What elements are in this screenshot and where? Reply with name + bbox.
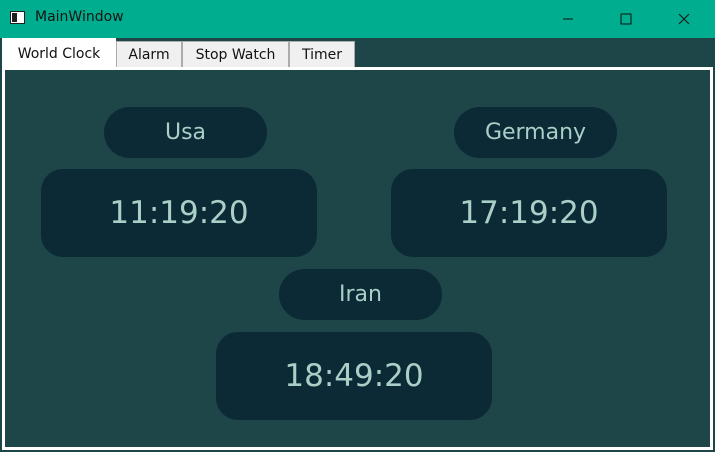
minimize-button[interactable] [539, 0, 597, 38]
maximize-button[interactable] [597, 0, 655, 38]
tab-stop-watch[interactable]: Stop Watch [182, 41, 289, 67]
title-bar[interactable]: MainWindow [0, 0, 715, 38]
tab-world-clock[interactable]: World Clock [2, 38, 116, 69]
iran-time: 18:49:20 [216, 332, 492, 420]
tab-timer[interactable]: Timer [289, 41, 355, 67]
window-title: MainWindow [35, 9, 124, 25]
germany-time: 17:19:20 [391, 169, 667, 257]
usa-time: 11:19:20 [41, 169, 317, 257]
close-button[interactable] [655, 0, 713, 38]
close-icon [678, 13, 690, 25]
maximize-icon [620, 13, 632, 25]
germany-label: Germany [454, 107, 617, 158]
iran-label: Iran [279, 269, 442, 320]
usa-label: Usa [104, 107, 267, 158]
minimize-icon [563, 18, 573, 20]
tab-alarm[interactable]: Alarm [116, 41, 182, 67]
app-window-icon [10, 11, 25, 24]
